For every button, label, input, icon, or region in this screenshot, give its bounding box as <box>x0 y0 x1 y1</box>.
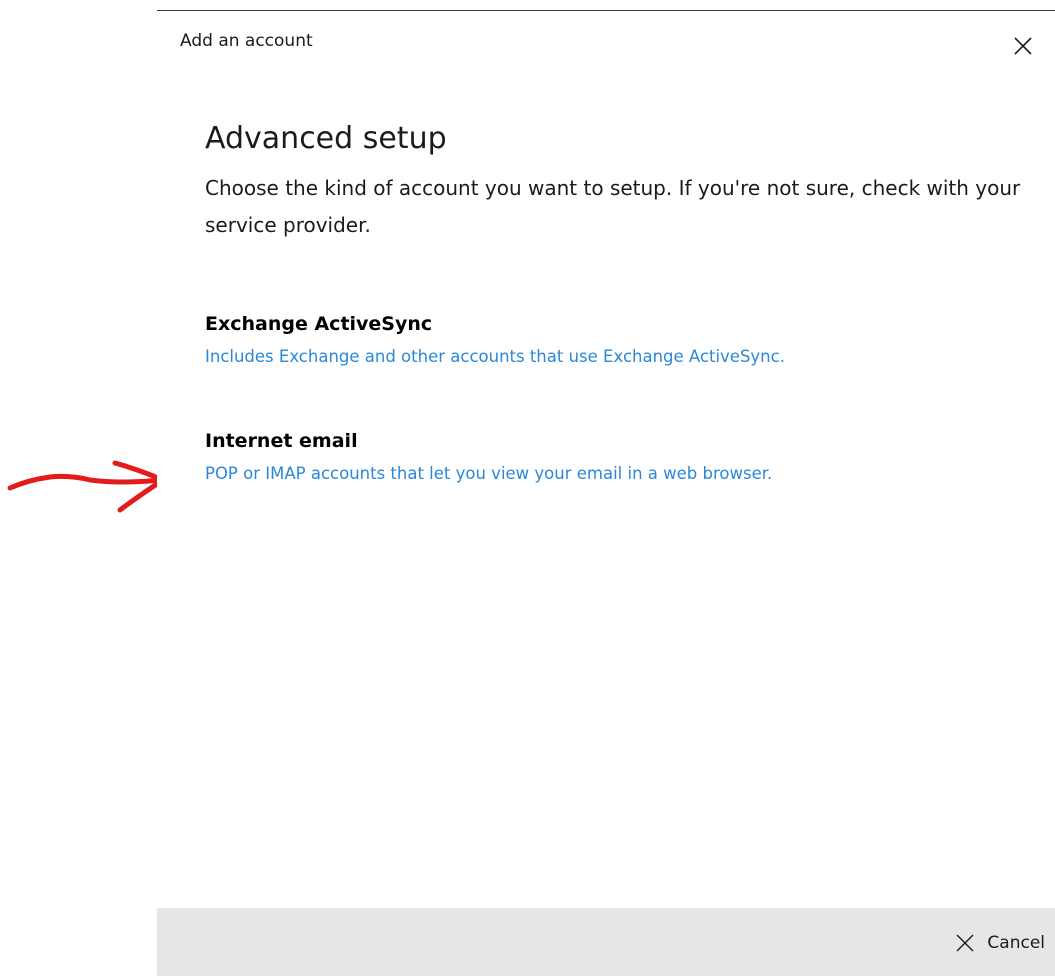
page-title: Advanced setup <box>205 121 447 156</box>
option-description[interactable]: POP or IMAP accounts that let you view y… <box>205 462 1005 486</box>
close-button[interactable] <box>1007 30 1039 62</box>
annotation-arrow-icon <box>7 460 166 513</box>
page-subtitle: Choose the kind of account you want to s… <box>205 176 1021 237</box>
dialog-footer: Cancel <box>157 908 1055 976</box>
cancel-button[interactable]: Cancel <box>955 928 1045 958</box>
option-internet-email[interactable]: Internet email POP or IMAP accounts that… <box>205 428 1005 486</box>
add-account-dialog: Add an account Advanced setup Choose the… <box>157 0 1055 976</box>
window-title: Add an account <box>180 31 313 51</box>
close-icon <box>956 934 974 952</box>
cancel-label: Cancel <box>987 933 1045 953</box>
option-description[interactable]: Includes Exchange and other accounts tha… <box>205 345 1005 369</box>
close-icon <box>1014 37 1032 55</box>
option-exchange-activesync[interactable]: Exchange ActiveSync Includes Exchange an… <box>205 311 1005 369</box>
dialog-top-border <box>157 10 1055 11</box>
option-title: Exchange ActiveSync <box>205 313 433 335</box>
option-title: Internet email <box>205 430 358 452</box>
